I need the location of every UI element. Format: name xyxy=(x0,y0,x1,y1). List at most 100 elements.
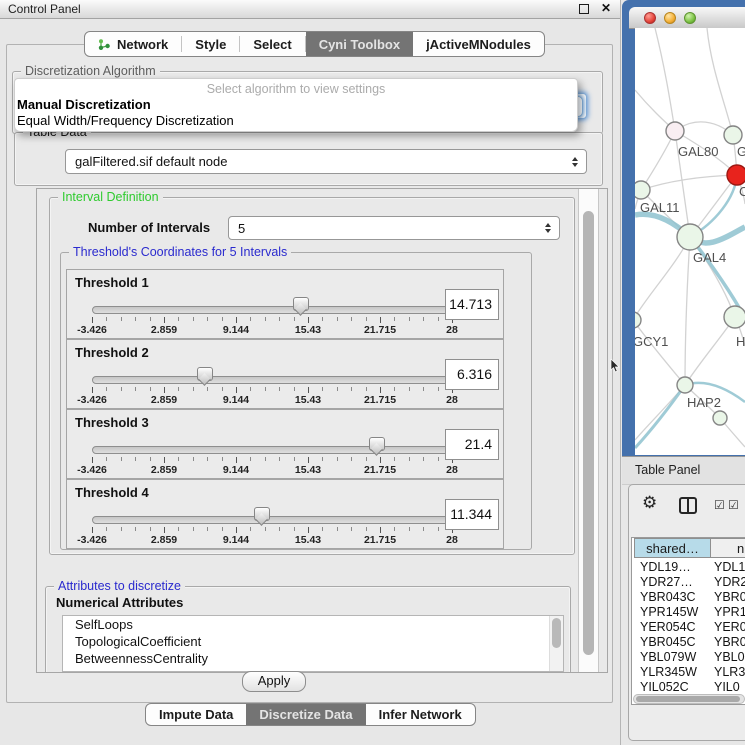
cell-shared-name[interactable]: YLR345W xyxy=(640,665,697,679)
tick-label: 21.715 xyxy=(364,394,396,406)
cell-name[interactable]: YDL1 xyxy=(714,560,745,574)
table-data-value: galFiltered.sif default node xyxy=(75,154,227,169)
cell-name[interactable]: YER0 xyxy=(714,620,745,634)
slider-track[interactable] xyxy=(92,376,454,384)
dropdown-option-manual-discretization[interactable]: Manual Discretization xyxy=(17,97,151,112)
tab-style[interactable]: Style xyxy=(182,32,239,56)
threshold-2-value-field[interactable]: 6.316 xyxy=(445,359,499,390)
slider-thumb[interactable] xyxy=(369,437,385,451)
threshold-1-slider[interactable]: -3.4262.8599.14415.4321.71528 xyxy=(92,270,452,340)
network-window-titlebar[interactable] xyxy=(629,7,745,29)
cell-shared-name[interactable]: YIL052C xyxy=(640,680,689,694)
settings-scrollbar[interactable] xyxy=(578,189,599,672)
cell-shared-name[interactable]: YBL079W xyxy=(640,650,696,664)
tab-cyni-toolbox[interactable]: Cyni Toolbox xyxy=(306,32,413,56)
table-horizontal-scrollbar-thumb[interactable] xyxy=(636,696,740,702)
table-row[interactable]: YER054C YER0 xyxy=(632,620,745,635)
cell-shared-name[interactable]: YER054C xyxy=(640,620,696,634)
close-traffic-light[interactable] xyxy=(644,12,656,24)
label-gal4: GAL4 xyxy=(693,250,726,265)
node-gal4 xyxy=(677,224,703,250)
threshold-1-value-field[interactable]: 14.713 xyxy=(445,289,499,320)
slider-thumb[interactable] xyxy=(293,297,309,311)
cell-name[interactable]: YDR2 xyxy=(714,575,745,589)
table-panel-header[interactable]: Table Panel xyxy=(622,456,745,485)
slider-track[interactable] xyxy=(92,446,454,454)
tick-label: 15.43 xyxy=(295,394,321,406)
cell-shared-name[interactable]: YBR043C xyxy=(640,590,696,604)
list-scrollbar[interactable] xyxy=(549,616,563,671)
threshold-3-slider[interactable]: -3.4262.8599.14415.4321.71528 xyxy=(92,410,452,480)
cell-name[interactable]: YLR3 xyxy=(714,665,745,679)
table-row[interactable]: YDL19… YDL1 xyxy=(632,560,745,575)
threshold-4-value-field[interactable]: 11.344 xyxy=(445,499,499,530)
checkbox-icon[interactable]: ☑ xyxy=(714,498,725,512)
float-window-icon[interactable] xyxy=(579,4,589,14)
dropdown-hint: Select algorithm to view settings xyxy=(15,82,577,96)
list-item-betweennesscentrality[interactable]: BetweennessCentrality xyxy=(63,650,563,667)
table-row[interactable]: YBR043C YBR0 xyxy=(632,590,745,605)
checkbox-icon[interactable]: ☑ xyxy=(728,498,739,512)
column-header-shared[interactable]: shared… xyxy=(634,538,711,558)
settings-scrollbar-thumb[interactable] xyxy=(583,211,594,655)
apply-button[interactable]: Apply xyxy=(242,671,306,692)
tab-jactivemnodules[interactable]: jActiveMNodules xyxy=(413,32,544,56)
column-header-name[interactable]: n xyxy=(710,538,745,558)
list-scrollbar-thumb[interactable] xyxy=(552,618,561,648)
zoom-traffic-light[interactable] xyxy=(684,12,696,24)
list-item-topologicalcoefficient[interactable]: TopologicalCoefficient xyxy=(63,633,563,650)
tab-style-label: Style xyxy=(195,37,226,52)
threshold-3-value-field[interactable]: 21.4 xyxy=(445,429,499,460)
table-row[interactable]: YBL079W YBL0 xyxy=(632,650,745,665)
cell-shared-name[interactable]: YBR045C xyxy=(640,635,696,649)
threshold-2-slider[interactable]: -3.4262.8599.14415.4321.71528 xyxy=(92,340,452,410)
tab-select[interactable]: Select xyxy=(240,32,304,56)
cell-name[interactable]: YIL0 xyxy=(714,680,740,694)
numerical-attributes-list[interactable]: SelfLoops TopologicalCoefficient Between… xyxy=(62,615,564,672)
slider-track[interactable] xyxy=(92,306,454,314)
cell-shared-name[interactable]: YDL19… xyxy=(640,560,691,574)
table-row[interactable]: YPR145W YPR1 xyxy=(632,605,745,620)
cell-shared-name[interactable]: YPR145W xyxy=(640,605,698,619)
threshold-4-slider[interactable]: -3.4262.8599.14415.4321.71528 xyxy=(92,480,452,550)
tab-impute-data[interactable]: Impute Data xyxy=(146,704,246,725)
slider-tick-labels: -3.4262.8599.14415.4321.71528 xyxy=(92,464,452,476)
tick-label: 2.859 xyxy=(151,394,177,406)
dropdown-option-equal-width[interactable]: Equal Width/Frequency Discretization xyxy=(17,113,234,128)
minimize-traffic-light[interactable] xyxy=(664,12,676,24)
table-data-combobox[interactable]: galFiltered.sif default node xyxy=(65,149,587,174)
number-of-intervals-combobox[interactable]: 5 xyxy=(228,216,560,240)
cell-name[interactable]: YPR1 xyxy=(714,605,745,619)
cell-name[interactable]: YBL0 xyxy=(714,650,745,664)
tab-discretize-data[interactable]: Discretize Data xyxy=(246,704,365,725)
network-canvas[interactable]: GAL80 GA C GAL11 GAL4 GCY1 H HAP2 xyxy=(635,28,745,455)
table-row[interactable]: YLR345W YLR3 xyxy=(632,665,745,680)
table-row[interactable]: YBR045C YBR0 xyxy=(632,635,745,650)
tick-label: 28 xyxy=(446,394,458,406)
label-gal11: GAL11 xyxy=(640,200,680,215)
tab-infer-network[interactable]: Infer Network xyxy=(366,704,475,725)
tick-label: 28 xyxy=(446,324,458,336)
node-gal11 xyxy=(635,181,650,199)
close-icon[interactable]: ✕ xyxy=(601,1,611,15)
tick-label: -3.426 xyxy=(77,534,107,546)
table-horizontal-scrollbar[interactable] xyxy=(633,694,745,704)
list-item-selfloops[interactable]: SelfLoops xyxy=(63,616,563,633)
label-gcy1: GCY1 xyxy=(635,334,668,349)
control-panel-titlebar[interactable]: Control Panel ✕ xyxy=(0,0,620,19)
table-row[interactable]: YDR27… YDR2 xyxy=(632,575,745,590)
node-top-right xyxy=(724,126,742,144)
cell-shared-name[interactable]: YDR27… xyxy=(640,575,693,589)
cell-name[interactable]: YBR0 xyxy=(714,635,745,649)
node-right-h xyxy=(724,306,745,328)
number-of-intervals-label: Number of Intervals xyxy=(88,220,210,235)
gear-icon[interactable]: ⚙ xyxy=(642,493,657,513)
columns-icon[interactable] xyxy=(679,497,697,514)
table-row[interactable]: YIL052C YIL0 xyxy=(632,680,745,695)
cell-name[interactable]: YBR0 xyxy=(714,590,745,604)
slider-thumb[interactable] xyxy=(197,367,213,381)
slider-ticks xyxy=(92,387,452,393)
slider-thumb[interactable] xyxy=(254,507,270,521)
tab-network[interactable]: Network xyxy=(85,32,181,56)
slider-track[interactable] xyxy=(92,516,454,524)
